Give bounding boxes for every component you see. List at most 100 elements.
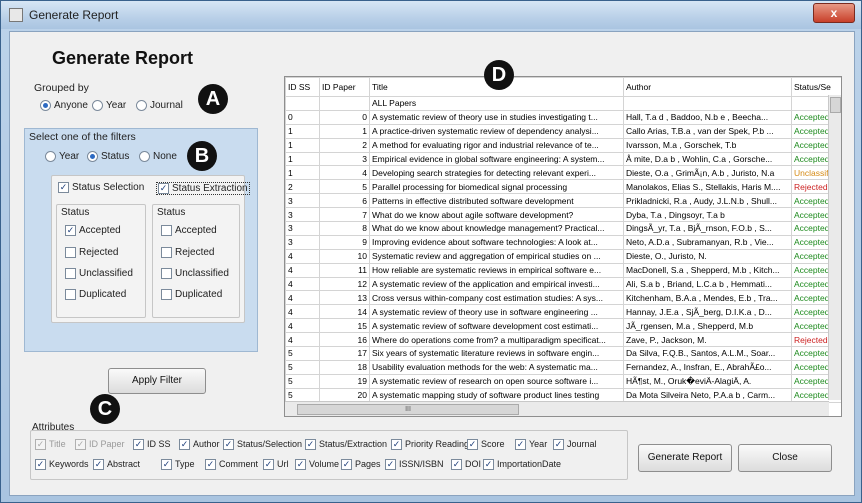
attribute-checkbox-keywords[interactable]: ✓ Keywords xyxy=(35,459,89,471)
col-header-id-ss[interactable]: ID SS xyxy=(285,77,320,97)
table-row[interactable]: 5 18 Usability evaluation methods for the … xyxy=(285,359,841,375)
group-radio-anyone[interactable]: Anyone xyxy=(40,100,88,111)
filter-radio-year[interactable]: Year xyxy=(45,151,79,162)
cell-author: MacDonell, S.a , Shepperd, M.b , Kitch..… xyxy=(623,262,792,278)
attribute-checkbox-title[interactable]: ✓ Title xyxy=(35,439,66,451)
extraction-duplicated-checkbox[interactable]: Duplicated xyxy=(161,289,222,300)
cell-id-ss: 3 xyxy=(285,193,320,209)
attribute-checkbox-comment[interactable]: ✓ Comment xyxy=(205,459,258,471)
table-row[interactable]: 4 11 How reliable are systematic reviews i… xyxy=(285,262,841,278)
close-window-button[interactable]: x xyxy=(813,3,855,23)
check-icon: ✓ xyxy=(75,439,86,451)
check-icon: ✓ xyxy=(305,439,316,451)
vertical-scrollbar[interactable] xyxy=(828,95,841,400)
selection-rejected-checkbox[interactable]: Rejected xyxy=(65,247,118,258)
checkbox-label: Pages xyxy=(355,459,381,469)
apply-filter-button[interactable]: Apply Filter xyxy=(108,368,206,394)
cell-author: Hall, T.a d , Baddoo, N.b e , Beecha... xyxy=(623,109,792,125)
attribute-checkbox-id-paper[interactable]: ✓ ID Paper xyxy=(75,439,125,451)
checkbox-label: Accepted xyxy=(175,225,217,237)
table-row[interactable]: 5 20 A systematic mapping study of softwar… xyxy=(285,387,841,403)
table-row[interactable]: 4 16 Where do operations come from? a mult… xyxy=(285,332,841,348)
col-header-author[interactable]: Author xyxy=(623,77,792,97)
cell-title: A systematic review of software developm… xyxy=(369,318,624,334)
col-header-id-paper[interactable]: ID Paper xyxy=(319,77,370,97)
filter-radio-none[interactable]: None xyxy=(139,151,177,162)
table-row[interactable]: 5 17 Six years of systematic literature re… xyxy=(285,346,841,361)
checkbox-label: Status Selection xyxy=(72,182,145,194)
check-icon: ✓ xyxy=(93,459,104,471)
attribute-checkbox-author[interactable]: ✓ Author xyxy=(179,439,220,451)
hscroll-thumb[interactable]: III xyxy=(297,404,519,415)
attribute-checkbox-id-ss[interactable]: ✓ ID SS xyxy=(133,439,171,451)
check-icon: ✓ xyxy=(515,439,526,451)
selection-unclassified-checkbox[interactable]: Unclassified xyxy=(65,268,133,279)
col-header-status[interactable]: Status/Se xyxy=(791,77,841,97)
filter-radio-status[interactable]: Status xyxy=(87,151,129,162)
selection-duplicated-checkbox[interactable]: Duplicated xyxy=(65,289,126,300)
table-row[interactable]: 12A method for evaluating rigor and indu… xyxy=(285,137,841,153)
radio-label: Year xyxy=(59,151,80,163)
table-row[interactable]: 00A systematic review of theory use in s… xyxy=(285,109,841,125)
table-row[interactable]: 1 4 Developing search strategies for detec… xyxy=(285,165,841,181)
table-row[interactable]: 4 15 A systematic review of software devel… xyxy=(285,318,841,334)
radio-label: Journal xyxy=(150,100,183,112)
attribute-checkbox-issn-isbn[interactable]: ✓ ISSN/ISBN xyxy=(385,459,444,471)
table-row[interactable]: 2 5 Parallel processing for biomedical sig… xyxy=(285,179,841,195)
cell-author: Dyba, T.a , Dingsoyr, T.a b xyxy=(623,207,792,223)
table-row[interactable]: 3 8 What do we know about knowledge manage… xyxy=(285,221,841,236)
attribute-checkbox-pages[interactable]: ✓ Pages xyxy=(341,459,381,471)
generate-report-button[interactable]: Generate Report xyxy=(638,444,732,472)
cell-id-ss: 4 xyxy=(285,276,320,292)
attribute-checkbox-volume[interactable]: ✓ Volume xyxy=(295,459,339,471)
table-row[interactable]: 3 6 Patterns in effective distributed soft… xyxy=(285,193,841,209)
papers-grid[interactable]: ID SS ID Paper Title Author Status/Se AL… xyxy=(284,76,842,417)
cell-author: Hannay, J.E.a , SjÃ_berg, D.I.K.a , D... xyxy=(623,304,792,320)
attribute-checkbox-status-selection[interactable]: ✓ Status/Selection xyxy=(223,439,302,451)
table-row[interactable]: 11A practice-driven systematic review of… xyxy=(285,123,841,139)
table-row[interactable]: 4 10 Systematic review and aggregation of … xyxy=(285,248,841,264)
scroll-thumb[interactable] xyxy=(830,97,841,113)
extraction-unclassified-checkbox[interactable]: Unclassified xyxy=(161,268,229,279)
group-radio-journal[interactable]: Journal xyxy=(136,100,183,111)
checkbox-label: Status/Extraction xyxy=(319,439,388,449)
group-radio-year[interactable]: Year xyxy=(92,100,126,111)
attribute-checkbox-doi[interactable]: ✓ DOI xyxy=(451,459,481,471)
attribute-checkbox-url[interactable]: ✓ Url xyxy=(263,459,289,471)
check-icon: ✓ xyxy=(223,439,234,451)
attribute-checkbox-journal[interactable]: ✓ Journal xyxy=(553,439,597,451)
cell-id-ss: 5 xyxy=(285,373,320,389)
attribute-checkbox-priority-reading[interactable]: ✓ Priority Reading xyxy=(391,439,469,451)
table-row[interactable]: 4 13 Cross versus within-company cost esti… xyxy=(285,290,841,306)
status-extraction-checkbox[interactable]: ✓ Status Extraction xyxy=(156,182,250,196)
cell-title: A systematic review of the application a… xyxy=(369,276,624,292)
selection-accepted-checkbox[interactable]: ✓ Accepted xyxy=(65,225,121,236)
table-row[interactable]: 4 14 A systematic review of theory use in … xyxy=(285,304,841,320)
close-button[interactable]: Close xyxy=(738,444,832,472)
horizontal-scrollbar[interactable]: III xyxy=(285,401,829,416)
check-icon xyxy=(161,247,172,258)
extraction-accepted-checkbox[interactable]: Accepted xyxy=(161,225,217,236)
cell-title: Parallel processing for biomedical signa… xyxy=(369,179,624,195)
group-row[interactable]: ALL Papers xyxy=(285,96,841,111)
attribute-checkbox-abstract[interactable]: ✓ Abstract xyxy=(93,459,140,471)
filters-panel: Select one of the filters Year Status No… xyxy=(24,128,258,352)
status-selection-checkbox[interactable]: ✓ Status Selection xyxy=(58,182,144,193)
check-icon xyxy=(161,268,172,279)
table-row[interactable]: 3 9 Improving evidence about software tech… xyxy=(285,234,841,250)
radio-icon xyxy=(40,100,51,111)
table-row[interactable]: 3 7 What do we know about agile software d… xyxy=(285,207,841,223)
attribute-checkbox-importationdate[interactable]: ✓ ImportationDate xyxy=(483,459,561,471)
table-row[interactable]: 4 12 A systematic review of the applicatio… xyxy=(285,276,841,292)
attribute-checkbox-status-extraction[interactable]: ✓ Status/Extraction xyxy=(305,439,388,451)
checkbox-label: ID SS xyxy=(147,439,171,449)
extraction-rejected-checkbox[interactable]: Rejected xyxy=(161,247,214,258)
attribute-checkbox-year[interactable]: ✓ Year xyxy=(515,439,547,451)
table-row[interactable]: 1 3 Empirical evidence in global software … xyxy=(285,151,841,167)
attribute-checkbox-type[interactable]: ✓ Type xyxy=(161,459,195,471)
attribute-checkbox-score[interactable]: ✓ Score xyxy=(467,439,505,451)
cell-author: Da Silva, F.Q.B., Santos, A.L.M., Soar..… xyxy=(623,346,792,361)
papers-table: ID SS ID Paper Title Author Status/Se AL… xyxy=(285,77,841,403)
table-row[interactable]: 5 19 A systematic review of research on op… xyxy=(285,373,841,389)
cell-title: Developing search strategies for detecti… xyxy=(369,165,624,181)
